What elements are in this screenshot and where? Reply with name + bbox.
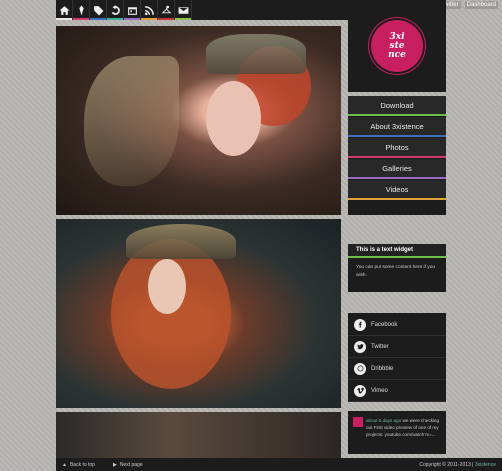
nav-footer bbox=[348, 201, 446, 215]
copyright-text: Copyright © 2011-2013 | bbox=[419, 461, 474, 468]
top-icon-bar bbox=[56, 0, 348, 20]
calendar-icon[interactable] bbox=[124, 0, 141, 20]
social-label: Vimeo bbox=[371, 387, 388, 394]
fairy-photo[interactable] bbox=[56, 26, 341, 215]
arrow-up-icon: ▲ bbox=[62, 461, 67, 468]
footer-brand-link[interactable]: 3xistence bbox=[475, 462, 496, 468]
logo-line: nce bbox=[388, 49, 406, 60]
refresh-icon[interactable] bbox=[107, 0, 124, 20]
nav-item-about[interactable]: About 3xistence bbox=[348, 117, 446, 137]
nav-item-videos[interactable]: Videos bbox=[348, 180, 446, 200]
tweet-content: about 5 days ago we were checking out Fi… bbox=[366, 417, 441, 448]
social-links: Facebook Twitter Dribbble Vimeo bbox=[348, 313, 446, 402]
headdress-photo[interactable] bbox=[56, 219, 341, 408]
copyright: Copyright © 2011-2013 | 3xistence bbox=[419, 462, 496, 468]
back-to-top-label: Back to top bbox=[69, 461, 95, 468]
headdress-shape bbox=[126, 224, 236, 259]
fairy-wing bbox=[84, 56, 179, 186]
facebook-icon bbox=[354, 318, 366, 331]
home-icon[interactable] bbox=[56, 0, 73, 20]
nav-item-galleries[interactable]: Galleries bbox=[348, 159, 446, 179]
main-nav: Download About 3xistence Photos Gallerie… bbox=[348, 96, 446, 215]
nav-item-download[interactable]: Download bbox=[348, 96, 446, 116]
hanger-icon[interactable] bbox=[158, 0, 175, 20]
twitter-icon bbox=[354, 340, 366, 353]
text-widget: This is a text widget You can put some c… bbox=[348, 244, 446, 292]
social-label: Facebook bbox=[371, 321, 398, 328]
tweet-avatar bbox=[353, 417, 363, 427]
pin-icon[interactable] bbox=[73, 0, 90, 20]
social-twitter[interactable]: Twitter bbox=[348, 336, 446, 358]
social-dribbble[interactable]: Dribbble bbox=[348, 358, 446, 380]
footer-bar: ▲ Back to top ▶ Next page Copyright © 20… bbox=[56, 458, 502, 471]
rss-icon[interactable] bbox=[141, 0, 158, 20]
vimeo-icon bbox=[354, 384, 366, 397]
face-shape bbox=[206, 81, 261, 156]
dashboard-top-link[interactable]: Dashboard bbox=[464, 1, 498, 9]
social-facebook[interactable]: Facebook bbox=[348, 314, 446, 336]
tag-icon[interactable] bbox=[90, 0, 107, 20]
site-logo[interactable]: 3xi ste nce bbox=[374, 23, 420, 69]
tweet-time-link[interactable]: about 5 days ago bbox=[366, 418, 401, 423]
widget-title: This is a text widget bbox=[348, 244, 446, 258]
photo-feed bbox=[56, 26, 341, 467]
mail-icon[interactable] bbox=[175, 0, 192, 20]
social-top-links: Twitter Dashboard bbox=[438, 1, 498, 9]
widget-body: You can put some content here if you wis… bbox=[356, 265, 436, 278]
social-label: Dribbble bbox=[371, 365, 394, 372]
next-page-label: Next page bbox=[119, 461, 143, 468]
social-label: Twitter bbox=[371, 343, 389, 350]
latest-tweet: about 5 days ago we were checking out Fi… bbox=[348, 411, 446, 454]
logo-box: 3xi ste nce bbox=[348, 0, 446, 92]
dribbble-icon bbox=[354, 362, 366, 375]
face-shape bbox=[148, 259, 186, 314]
next-page-link[interactable]: ▶ Next page bbox=[113, 462, 143, 468]
nav-item-photos[interactable]: Photos bbox=[348, 138, 446, 158]
back-to-top-link[interactable]: ▲ Back to top bbox=[62, 462, 95, 468]
headdress-shape bbox=[206, 34, 306, 74]
sidebar: 3xi ste nce Download About 3xistence Pho… bbox=[348, 0, 446, 454]
social-vimeo[interactable]: Vimeo bbox=[348, 380, 446, 402]
arrow-right-icon: ▶ bbox=[112, 461, 117, 468]
